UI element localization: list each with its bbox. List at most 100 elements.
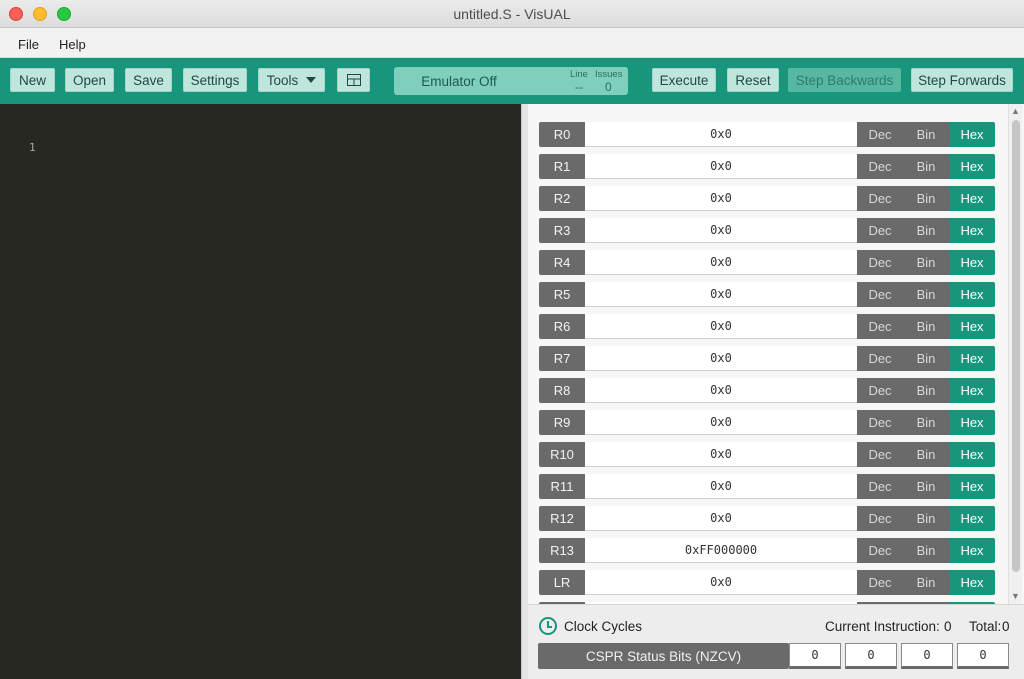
new-button[interactable]: New	[10, 68, 55, 92]
register-row-r8: R8 0x0 Dec Bin Hex	[539, 378, 995, 403]
registers-scrollbar[interactable]: ▲ ▼	[1008, 104, 1022, 604]
menu-file[interactable]: File	[18, 37, 39, 52]
hex-toggle[interactable]: Hex	[949, 442, 995, 467]
scroll-up-icon[interactable]: ▲	[1011, 106, 1020, 116]
bin-toggle[interactable]: Bin	[903, 570, 949, 595]
hex-toggle[interactable]: Hex	[949, 250, 995, 275]
scrollbar-thumb[interactable]	[1012, 120, 1020, 572]
scroll-down-icon[interactable]: ▼	[1011, 591, 1020, 601]
dec-toggle[interactable]: Dec	[857, 410, 903, 435]
register-name: R1	[539, 154, 585, 179]
flag-z: 0	[845, 643, 897, 669]
title-bar: untitled.S - VisUAL	[0, 0, 1024, 28]
line-number: 1	[29, 141, 36, 154]
current-instruction-value: 0	[944, 619, 952, 634]
register-name: R2	[539, 186, 585, 211]
window-title: untitled.S - VisUAL	[453, 6, 571, 22]
hex-toggle[interactable]: Hex	[949, 570, 995, 595]
menu-help[interactable]: Help	[59, 37, 86, 52]
bin-toggle[interactable]: Bin	[903, 154, 949, 179]
hex-toggle[interactable]: Hex	[949, 122, 995, 147]
bin-toggle[interactable]: Bin	[903, 474, 949, 499]
dec-toggle[interactable]: Dec	[857, 346, 903, 371]
emulator-status-panel: Emulator Off Line -- Issues 0	[394, 67, 628, 95]
bin-toggle[interactable]: Bin	[903, 538, 949, 563]
register-name: R5	[539, 282, 585, 307]
dec-toggle[interactable]: Dec	[857, 218, 903, 243]
register-name: R10	[539, 442, 585, 467]
bin-toggle[interactable]: Bin	[903, 378, 949, 403]
register-name: R4	[539, 250, 585, 275]
register-name: R8	[539, 378, 585, 403]
dec-toggle[interactable]: Dec	[857, 442, 903, 467]
bin-toggle[interactable]: Bin	[903, 346, 949, 371]
hex-toggle[interactable]: Hex	[949, 186, 995, 211]
bin-toggle[interactable]: Bin	[903, 442, 949, 467]
line-value: --	[575, 80, 583, 94]
bin-toggle[interactable]: Bin	[903, 314, 949, 339]
code-editor[interactable]: 1	[0, 104, 521, 679]
save-button[interactable]: Save	[125, 68, 172, 92]
dec-toggle[interactable]: Dec	[857, 378, 903, 403]
dec-toggle[interactable]: Dec	[857, 538, 903, 563]
step-forwards-button[interactable]: Step Forwards	[911, 68, 1013, 92]
hex-toggle[interactable]: Hex	[949, 506, 995, 531]
register-row-r3: R3 0x0 Dec Bin Hex	[539, 218, 995, 243]
dec-toggle[interactable]: Dec	[857, 250, 903, 275]
settings-button[interactable]: Settings	[183, 68, 247, 92]
tools-label: Tools	[266, 72, 299, 88]
dec-toggle[interactable]: Dec	[857, 282, 903, 307]
bin-toggle[interactable]: Bin	[903, 282, 949, 307]
flag-n: 0	[789, 643, 841, 669]
hex-toggle[interactable]: Hex	[949, 314, 995, 339]
register-value: 0x0	[585, 506, 857, 531]
register-value: 0x0	[585, 314, 857, 339]
issues-label: Issues	[595, 69, 623, 80]
hex-toggle[interactable]: Hex	[949, 378, 995, 403]
dec-toggle[interactable]: Dec	[857, 474, 903, 499]
hex-toggle[interactable]: Hex	[949, 474, 995, 499]
execute-button[interactable]: Execute	[652, 68, 716, 92]
split-pane-divider[interactable]	[521, 104, 528, 679]
bin-toggle[interactable]: Bin	[903, 250, 949, 275]
register-name: R3	[539, 218, 585, 243]
hex-toggle[interactable]: Hex	[949, 218, 995, 243]
emulator-status: Emulator Off	[421, 74, 497, 89]
register-value: 0x0	[585, 474, 857, 499]
open-button[interactable]: Open	[65, 68, 114, 92]
dec-toggle[interactable]: Dec	[857, 506, 903, 531]
bin-toggle[interactable]: Bin	[903, 506, 949, 531]
dec-toggle[interactable]: Dec	[857, 570, 903, 595]
hex-toggle[interactable]: Hex	[949, 410, 995, 435]
bin-toggle[interactable]: Bin	[903, 122, 949, 147]
flag-c: 0	[901, 643, 953, 669]
dec-toggle[interactable]: Dec	[857, 186, 903, 211]
register-name: LR	[539, 570, 585, 595]
hex-toggle[interactable]: Hex	[949, 154, 995, 179]
register-value: 0x0	[585, 218, 857, 243]
register-name: R12	[539, 506, 585, 531]
hex-toggle[interactable]: Hex	[949, 346, 995, 371]
hex-toggle[interactable]: Hex	[949, 538, 995, 563]
bin-toggle[interactable]: Bin	[903, 186, 949, 211]
reset-button[interactable]: Reset	[727, 68, 779, 92]
dec-toggle[interactable]: Dec	[857, 154, 903, 179]
tools-dropdown[interactable]: Tools	[258, 68, 325, 92]
register-name: R11	[539, 474, 585, 499]
register-row-r5: R5 0x0 Dec Bin Hex	[539, 282, 995, 307]
register-value: 0x0	[585, 282, 857, 307]
hex-toggle[interactable]: Hex	[949, 282, 995, 307]
register-name: R9	[539, 410, 585, 435]
register-row-r9: R9 0x0 Dec Bin Hex	[539, 410, 995, 435]
dec-toggle[interactable]: Dec	[857, 314, 903, 339]
step-backwards-button[interactable]: Step Backwards	[788, 68, 901, 92]
cspr-status-label: CSPR Status Bits (NZCV)	[538, 643, 789, 669]
register-row-r11: R11 0x0 Dec Bin Hex	[539, 474, 995, 499]
register-value: 0x0	[585, 378, 857, 403]
dec-toggle[interactable]: Dec	[857, 122, 903, 147]
bin-toggle[interactable]: Bin	[903, 218, 949, 243]
bin-toggle[interactable]: Bin	[903, 410, 949, 435]
layout-toggle-button[interactable]	[337, 68, 370, 92]
register-row-r12: R12 0x0 Dec Bin Hex	[539, 506, 995, 531]
register-row-r0: R0 0x0 Dec Bin Hex	[539, 122, 995, 147]
